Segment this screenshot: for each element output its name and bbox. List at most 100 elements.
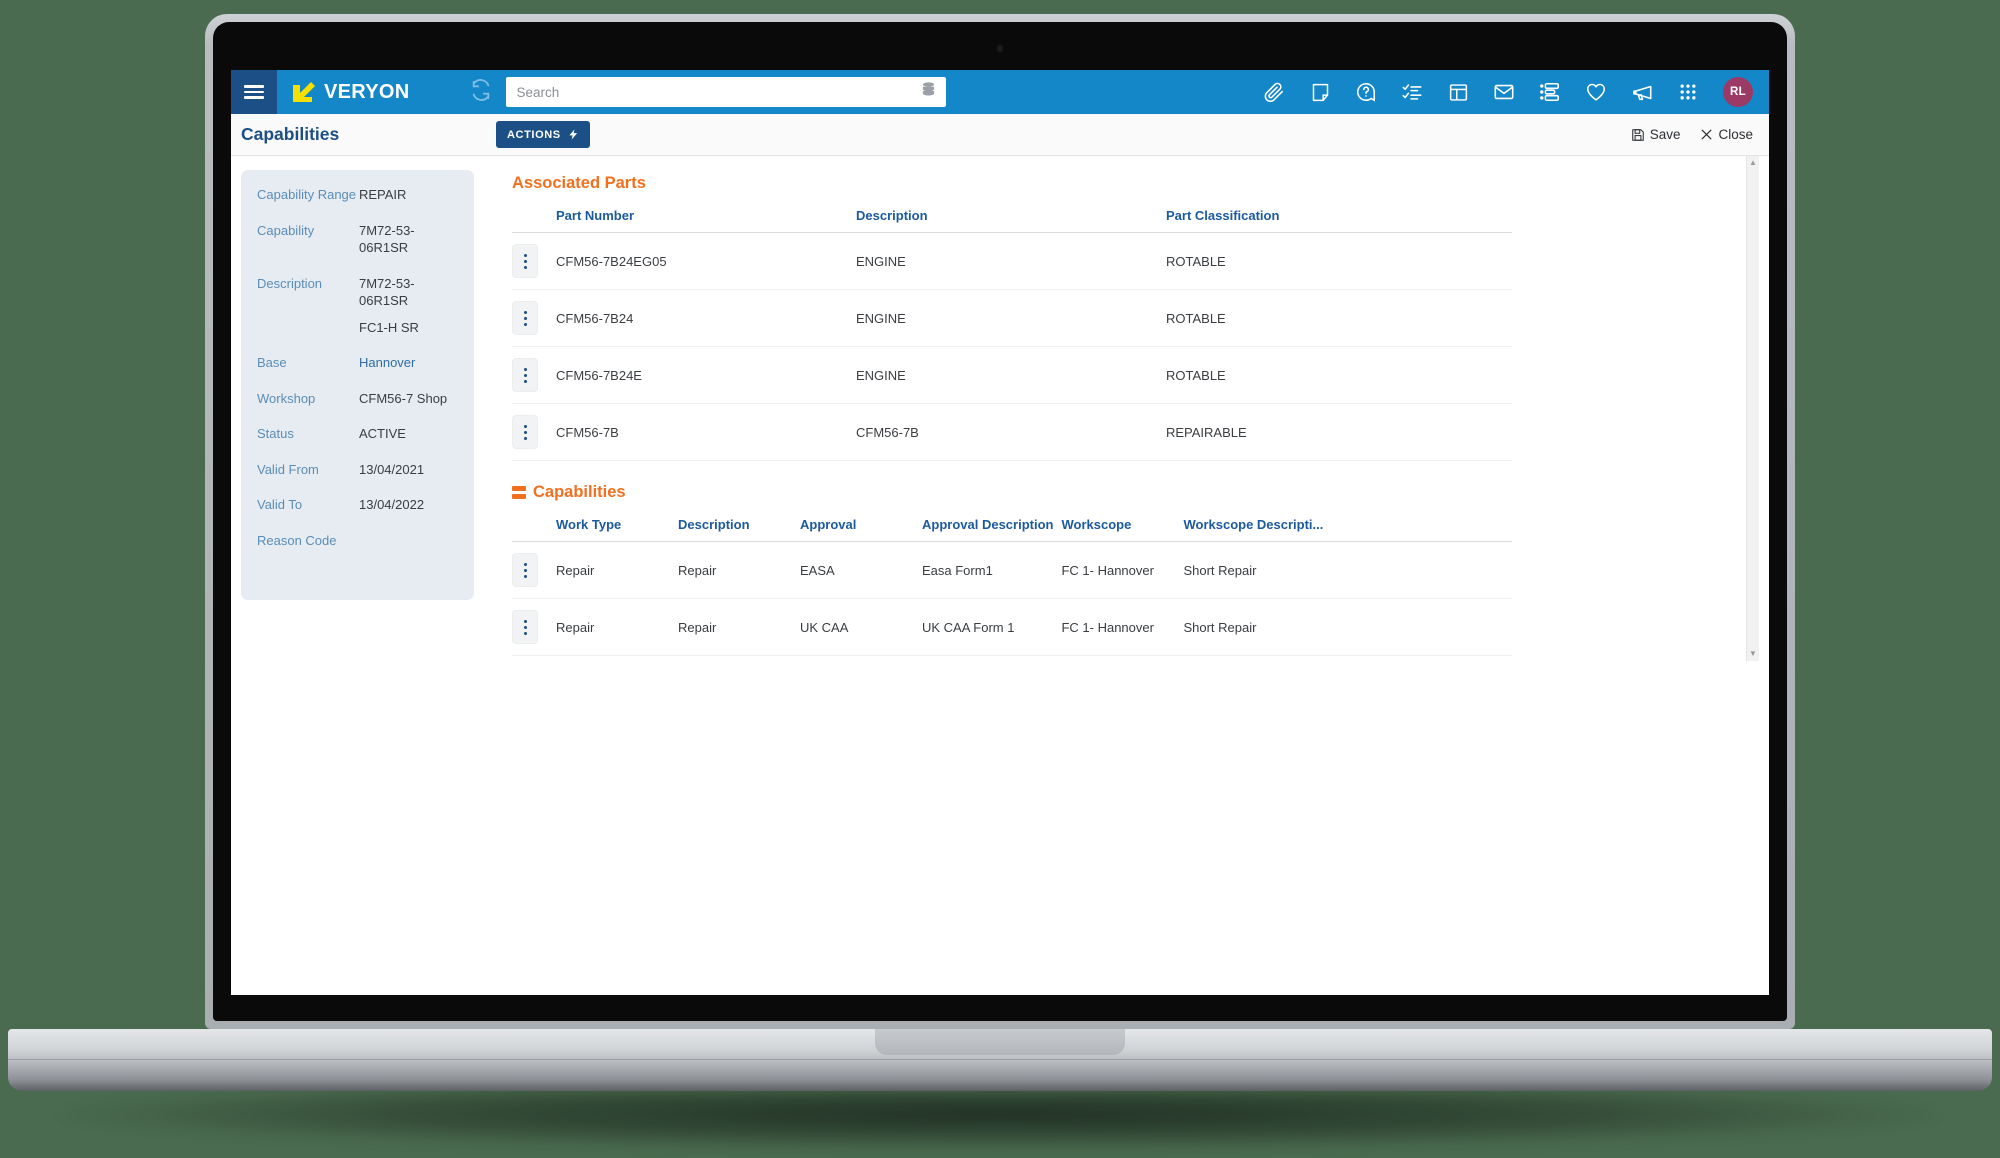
- info-row-valid-to: Valid To 13/04/2022: [257, 496, 458, 514]
- info-row-reason-code: Reason Code: [257, 532, 458, 550]
- close-icon: [1702, 129, 1712, 140]
- info-value-link[interactable]: Hannover: [359, 354, 415, 372]
- search-input[interactable]: [505, 77, 946, 107]
- help-icon[interactable]: [1355, 81, 1377, 103]
- col-work-type[interactable]: Work Type: [556, 508, 678, 542]
- app-screen: VERYON Search RL Capabilities ACTIONS Sa…: [231, 70, 1769, 995]
- hamburger-menu-icon[interactable]: [231, 70, 277, 114]
- close-label: Close: [1718, 127, 1753, 142]
- cell-approval: EASA: [800, 541, 922, 599]
- veryon-logo[interactable]: VERYON: [291, 80, 410, 104]
- cell-workscope: FC 1- Hannover: [1061, 598, 1184, 656]
- col-workscope-description[interactable]: Workscope Descripti...: [1183, 508, 1512, 542]
- row-menu-cell: [512, 346, 556, 404]
- laptop-shadow: [60, 1090, 1940, 1150]
- apps-grid-icon[interactable]: [1677, 81, 1699, 103]
- cell-classification: ROTABLE: [1166, 346, 1512, 404]
- cell-part-number[interactable]: CFM56-7B24E: [556, 346, 856, 404]
- table-row: CFM56-7B CFM56-7B REPAIRABLE: [512, 403, 1512, 461]
- save-button[interactable]: Save: [1631, 127, 1681, 142]
- checklist-icon[interactable]: [1401, 81, 1423, 103]
- info-value: 7M72-53-06R1SR FC1-H SR: [359, 275, 458, 337]
- cell-work-type: Repair: [556, 598, 678, 656]
- list-settings-icon[interactable]: [1539, 81, 1561, 103]
- scroll-down-icon[interactable]: ▼: [1749, 647, 1757, 661]
- associated-parts-label: Associated Parts: [512, 174, 646, 192]
- capabilities-label: Capabilities: [533, 483, 626, 501]
- info-label: Base: [257, 355, 287, 371]
- save-icon: [1631, 128, 1644, 141]
- mail-icon[interactable]: [1493, 81, 1515, 103]
- save-label: Save: [1649, 127, 1681, 142]
- info-label: Valid From: [257, 461, 319, 477]
- row-menu-icon[interactable]: [512, 553, 538, 587]
- associated-parts-title: Associated Parts: [512, 174, 1769, 193]
- row-menu-icon[interactable]: [512, 358, 538, 392]
- capability-info-card: Capability Range REPAIR Capability 7M72-…: [241, 170, 474, 600]
- scroll-up-icon[interactable]: ▲: [1749, 156, 1757, 170]
- logo-text: VERYON: [324, 80, 410, 103]
- avatar[interactable]: RL: [1723, 77, 1753, 107]
- row-menu-icon[interactable]: [512, 610, 538, 644]
- table-row: CFM56-7B24EG05 ENGINE ROTABLE: [512, 232, 1512, 290]
- info-value: CFM56-7 Shop: [359, 390, 448, 406]
- webcam-dot: [996, 44, 1004, 53]
- col-workscope[interactable]: Workscope: [1061, 508, 1184, 542]
- search-field[interactable]: [505, 77, 946, 107]
- heart-icon[interactable]: [1585, 81, 1607, 103]
- database-icon[interactable]: [920, 81, 937, 103]
- info-label: Reason Code: [257, 533, 337, 549]
- close-button[interactable]: Close: [1700, 127, 1753, 142]
- info-row-description: Description 7M72-53-06R1SR FC1-H SR: [257, 275, 458, 337]
- associated-parts-table: Part Number Description Part Classificat…: [512, 199, 1512, 461]
- col-description[interactable]: Description: [856, 199, 1166, 233]
- vertical-scrollbar[interactable]: ▲ ▼: [1746, 156, 1759, 661]
- col-approval-description[interactable]: Approval Description: [922, 508, 1062, 542]
- app-header: VERYON Search RL: [231, 70, 1769, 114]
- laptop-base-seam: [8, 1059, 1992, 1060]
- cell-part-number[interactable]: CFM56-7B24: [556, 289, 856, 347]
- actions-label: ACTIONS: [507, 128, 561, 141]
- body-area: Capability Range REPAIR Capability 7M72-…: [231, 156, 1769, 995]
- row-menu-icon[interactable]: [512, 244, 538, 278]
- info-row-capability: Capability 7M72-53-06R1SR: [257, 222, 458, 257]
- laptop-base-notch: [875, 1029, 1125, 1055]
- table-header-row: Work Type Description Approval Approval …: [512, 508, 1512, 542]
- cell-classification: REPAIRABLE: [1166, 403, 1512, 461]
- col-part-number[interactable]: Part Number: [556, 199, 856, 233]
- table-row: CFM56-7B24 ENGINE ROTABLE: [512, 289, 1512, 347]
- status-badge: ACTIVE: [359, 426, 406, 442]
- row-menu-cell: [512, 289, 556, 347]
- row-menu-cell: [512, 403, 556, 461]
- col-approval[interactable]: Approval: [800, 508, 922, 542]
- cell-approval: UK CAA: [800, 598, 922, 656]
- note-icon[interactable]: [1309, 81, 1331, 103]
- col-description[interactable]: Description: [678, 508, 800, 542]
- info-label: Workshop: [257, 390, 316, 406]
- cell-description: CFM56-7B: [856, 403, 1166, 461]
- info-row-capability-range: Capability Range REPAIR: [257, 186, 458, 204]
- screenshot-stage: VERYON Search RL Capabilities ACTIONS Sa…: [0, 0, 2000, 1158]
- page-header-actions: Save Close: [1631, 127, 1753, 142]
- main-content: Associated Parts Part Number Description…: [484, 156, 1769, 995]
- row-menu-cell: [512, 541, 556, 599]
- actions-button[interactable]: ACTIONS: [496, 121, 590, 148]
- table-row: Repair Repair UK CAA UK CAA Form 1 FC 1-…: [512, 598, 1512, 656]
- row-menu-cell: [512, 598, 556, 656]
- cell-part-number[interactable]: CFM56-7B24EG05: [556, 232, 856, 290]
- dashboard-icon[interactable]: [1447, 81, 1469, 103]
- laptop-lid: VERYON Search RL Capabilities ACTIONS Sa…: [205, 14, 1795, 1029]
- page-title: Capabilities: [241, 124, 340, 144]
- info-row-status: Status ACTIVE: [257, 425, 458, 443]
- row-menu-icon[interactable]: [512, 415, 538, 449]
- page-header: Capabilities ACTIONS Save Close: [231, 114, 1769, 156]
- cell-part-number[interactable]: CFM56-7B: [556, 403, 856, 461]
- attachment-icon[interactable]: [1263, 81, 1285, 103]
- info-value: 13/04/2021: [359, 461, 425, 477]
- megaphone-icon[interactable]: [1631, 81, 1653, 103]
- row-menu-icon[interactable]: [512, 301, 538, 335]
- menu-column-header: [512, 508, 556, 542]
- info-row-base: Base Hannover: [257, 354, 458, 372]
- col-part-classification[interactable]: Part Classification: [1166, 199, 1512, 233]
- refresh-icon[interactable]: [470, 78, 492, 106]
